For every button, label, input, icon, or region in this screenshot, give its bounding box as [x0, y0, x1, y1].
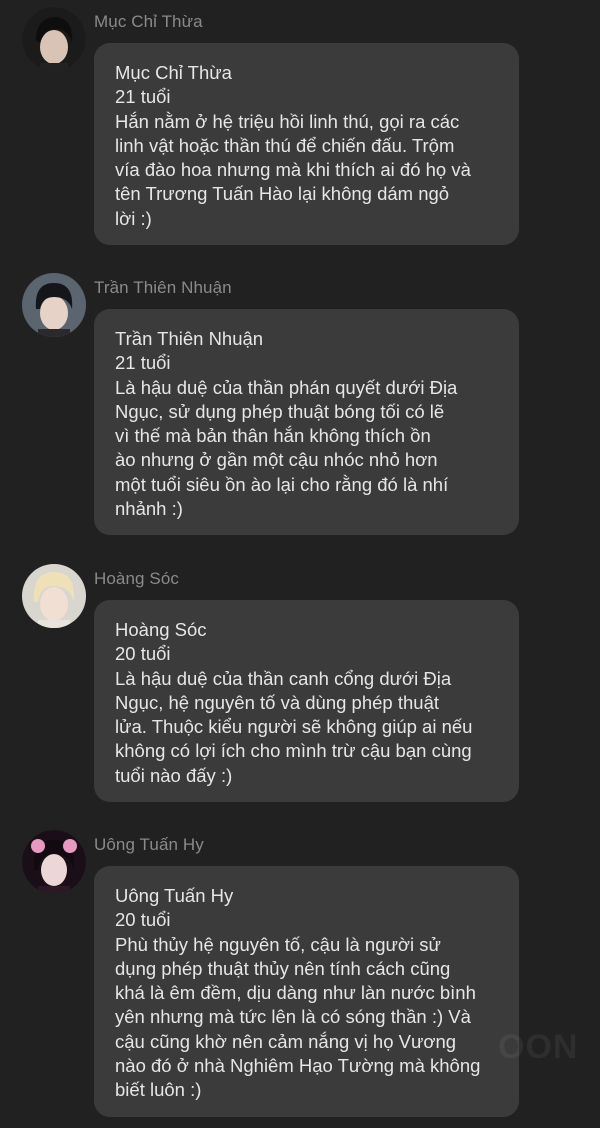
character-name: Trần Thiên Nhuận: [115, 328, 264, 349]
author-name[interactable]: Hoàng Sóc: [94, 569, 179, 589]
avatar-pink-hair-icon: [22, 830, 86, 894]
message-bubble: Hoàng Sóc 20 tuổi Là hậu duệ của thần ca…: [94, 600, 519, 803]
character-name: Mục Chỉ Thừa: [115, 62, 232, 83]
avatar[interactable]: [22, 564, 86, 628]
character-description: Hắn nằm ở hệ triệu hồi linh thú, gọi ra …: [115, 110, 471, 229]
character-age: 20 tuổi: [115, 909, 171, 931]
avatar[interactable]: [22, 7, 86, 71]
avatar-dark-hair-icon: [22, 7, 86, 71]
character-age: 21 tuổi: [115, 352, 171, 374]
character-description: Là hậu duệ của thần canh cổng dưới Địa N…: [115, 667, 473, 786]
author-name[interactable]: Trần Thiên Nhuận: [94, 278, 232, 298]
avatar[interactable]: [22, 273, 86, 337]
message-bubble: Mục Chỉ Thừa 21 tuổi Hắn nằm ở hệ triệu …: [94, 43, 519, 246]
author-name[interactable]: Uông Tuấn Hy: [94, 835, 204, 855]
character-name: Hoàng Sóc: [115, 619, 207, 640]
author-name[interactable]: Mục Chỉ Thừa: [94, 12, 203, 32]
character-age: 21 tuổi: [115, 86, 171, 108]
watermark: OON: [498, 1028, 579, 1066]
avatar[interactable]: [22, 830, 86, 894]
character-age: 20 tuổi: [115, 643, 171, 665]
avatar-dark-hair-icon: [22, 273, 86, 337]
message-bubble: Uông Tuấn Hy 20 tuổi Phù thủy hệ nguyên …: [94, 866, 519, 1117]
character-description: Phù thủy hệ nguyên tố, cậu là người sử d…: [115, 933, 481, 1101]
avatar-blonde-hair-icon: [22, 564, 86, 628]
character-description: Là hậu duệ của thần phán quyết dưới Địa …: [115, 376, 458, 520]
character-name: Uông Tuấn Hy: [115, 885, 234, 906]
message-bubble: Trần Thiên Nhuận 21 tuổi Là hậu duệ của …: [94, 309, 519, 536]
